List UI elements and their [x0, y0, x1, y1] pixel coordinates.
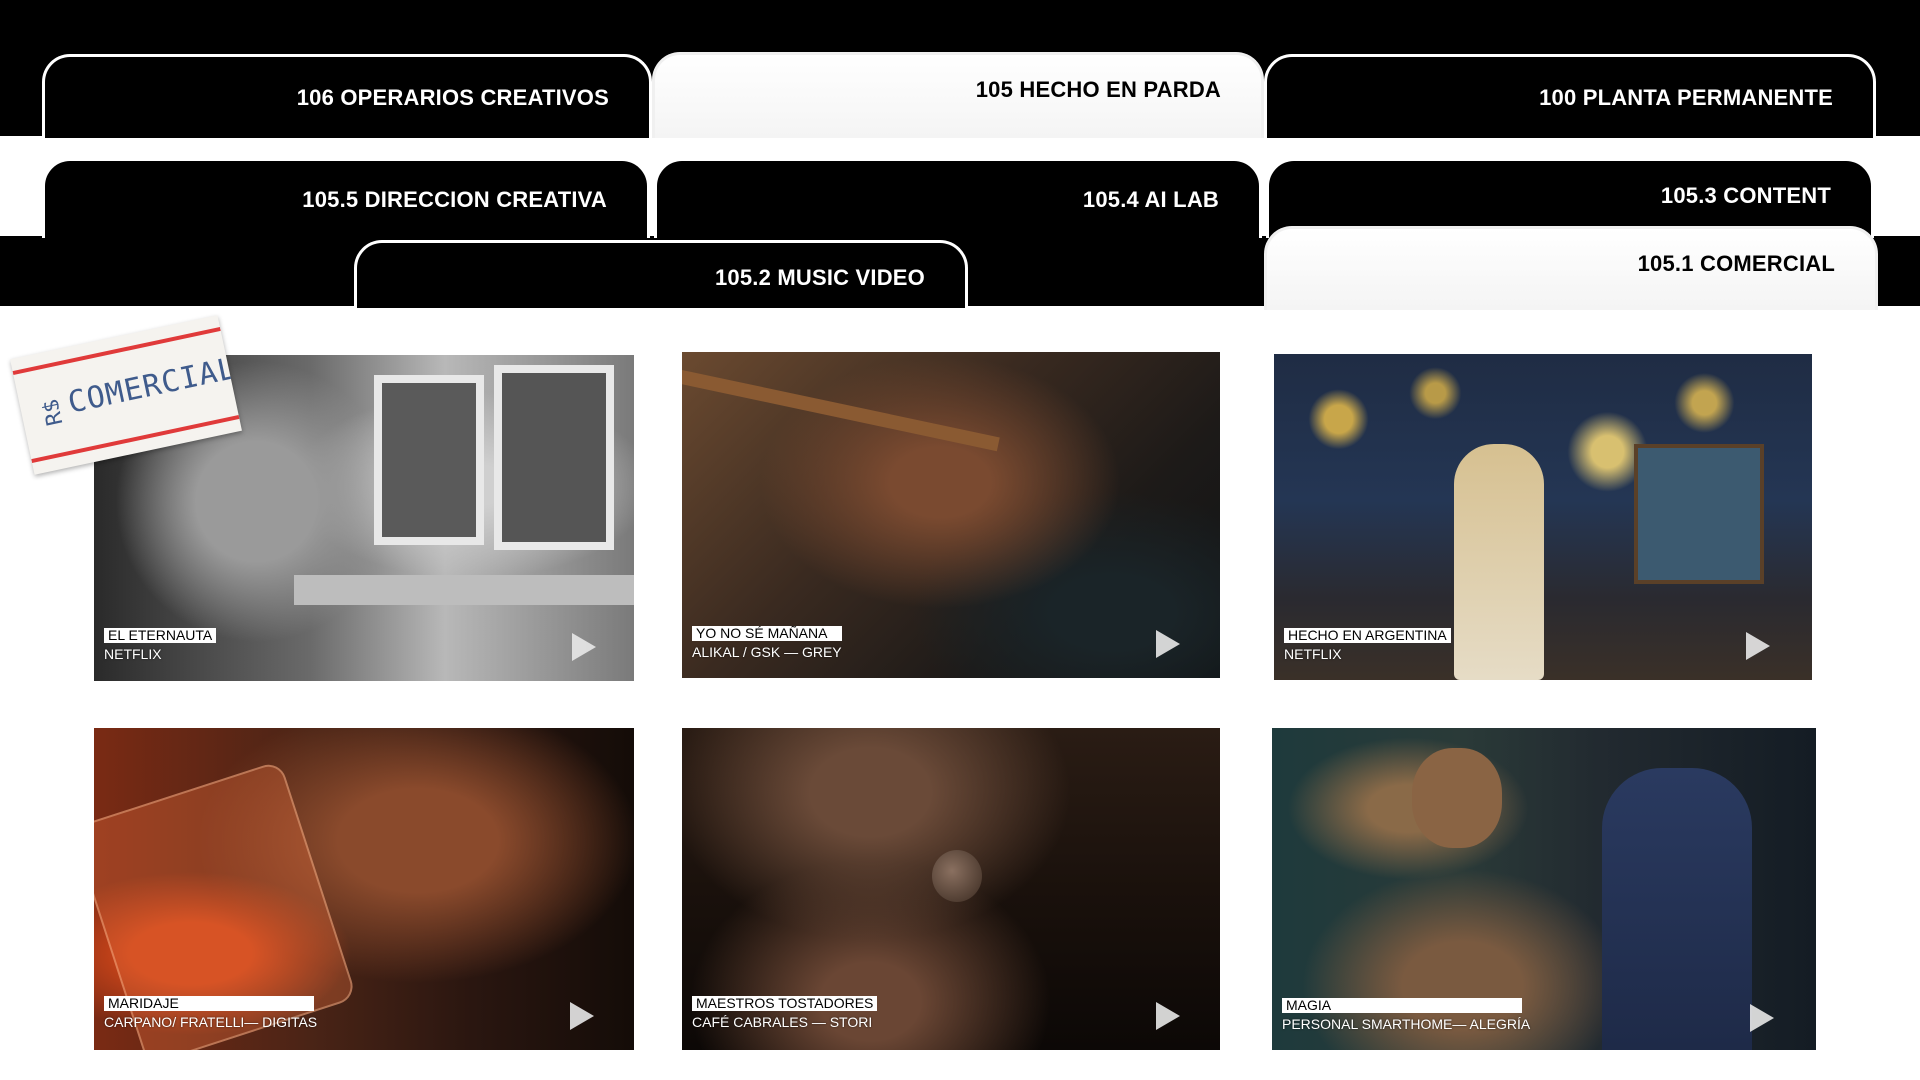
play-icon[interactable]: [572, 633, 596, 661]
tab-label: 105.4 AI LAB: [1082, 186, 1219, 212]
vanity-table: [294, 575, 634, 605]
tab-label: 105.5 DIRECCION CREATIVA: [302, 186, 607, 212]
video-subtitle: ALIKAL / GSK — GREY: [692, 644, 842, 660]
play-icon[interactable]: [1746, 632, 1770, 660]
video-subtitle: NETFLIX: [104, 646, 162, 662]
teddy-bear: [1412, 748, 1502, 848]
tab-music-video[interactable]: 105.2 MUSIC VIDEO: [354, 240, 968, 308]
svg-text:R$: R$: [39, 397, 66, 428]
video-title: MARIDAJE: [104, 996, 314, 1011]
tab-label: 105.3 CONTENT: [1660, 183, 1831, 208]
video-title: MAESTROS TOSTADORES: [692, 996, 878, 1011]
header-band-middle: [0, 136, 1920, 156]
page: 106 OPERARIOS CREATIVOS 105 HECHO EN PAR…: [0, 0, 1920, 1080]
sticker-text: COMERCIAL: [64, 350, 240, 421]
tab-ai-lab[interactable]: 105.4 AI LAB: [654, 158, 1262, 238]
coffee-bean: [932, 850, 982, 902]
video-title: HECHO EN ARGENTINA: [1284, 628, 1451, 643]
video-title: MAGIA: [1282, 998, 1522, 1013]
tab-label: 105.2 MUSIC VIDEO: [714, 264, 925, 290]
tab-operarios-creativos[interactable]: 106 OPERARIOS CREATIVOS: [42, 54, 652, 138]
video-card-maestros-tostadores[interactable]: MAESTROS TOSTADORES CAFÉ CABRALES — STOR…: [682, 728, 1220, 1050]
play-icon[interactable]: [1156, 630, 1180, 658]
video-subtitle: CARPANO/ FRATELLI— DIGITAS: [104, 1014, 318, 1030]
mirror-frame: [494, 365, 614, 550]
video-title: YO NO SÉ MAÑANA: [692, 626, 842, 641]
video-title: EL ETERNAUTA: [104, 628, 217, 643]
tab-label: 105.1 COMERCIAL: [1637, 251, 1835, 276]
video-card-magia[interactable]: MAGIA PERSONAL SMARTHOME— ALEGRÍA: [1272, 728, 1816, 1050]
tab-label: 105 HECHO EN PARDA: [975, 77, 1221, 102]
play-icon[interactable]: [1750, 1004, 1774, 1032]
tab-direccion-creativa[interactable]: 105.5 DIRECCION CREATIVA: [42, 158, 650, 238]
tab-comercial[interactable]: 105.1 COMERCIAL: [1264, 226, 1878, 310]
mirror-frame: [374, 375, 484, 545]
play-icon[interactable]: [1156, 1002, 1180, 1030]
tab-hecho-en-parda[interactable]: 105 HECHO EN PARDA: [652, 52, 1264, 138]
video-card-hecho-en-argentina[interactable]: HECHO EN ARGENTINA NETFLIX: [1274, 354, 1812, 680]
tab-label: 106 OPERARIOS CREATIVOS: [296, 84, 609, 110]
video-subtitle: NETFLIX: [1284, 646, 1342, 662]
stamp-mark-icon: R$: [39, 397, 66, 428]
person-figure: [1602, 768, 1752, 1050]
portrait-painting: [1634, 444, 1764, 584]
video-card-maridaje[interactable]: MARIDAJE CARPANO/ FRATELLI— DIGITAS: [94, 728, 634, 1050]
video-card-yo-no-se-manana[interactable]: YO NO SÉ MAÑANA ALIKAL / GSK — GREY: [682, 352, 1220, 678]
video-subtitle: CAFÉ CABRALES — STORI: [692, 1014, 873, 1030]
tab-label: 100 PLANTA PERMANENTE: [1539, 84, 1833, 110]
play-icon[interactable]: [570, 1002, 594, 1030]
person-figure: [1454, 444, 1544, 680]
tab-planta-permanente[interactable]: 100 PLANTA PERMANENTE: [1264, 54, 1876, 138]
video-subtitle: PERSONAL SMARTHOME— ALEGRÍA: [1282, 1016, 1531, 1032]
